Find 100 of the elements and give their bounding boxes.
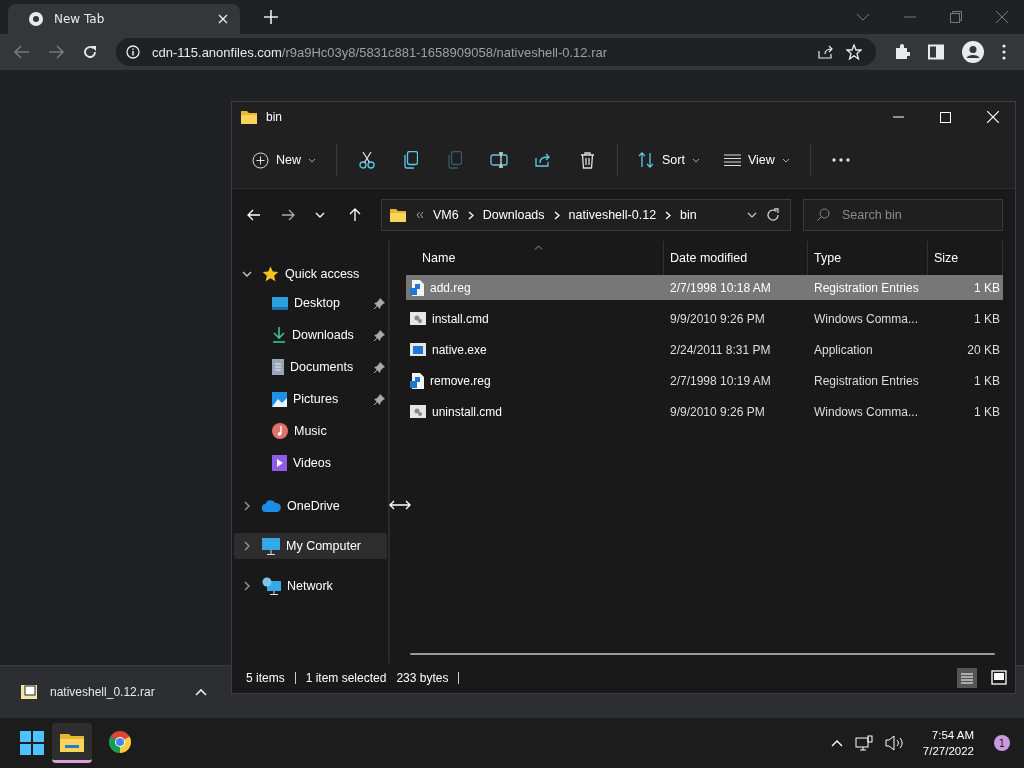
address-bar[interactable]: cdn-115.anonfiles.com/r9a9Hc03y8/5831c881-1658909058/nativeshell-0.12.rar	[116, 38, 876, 66]
archive-icon	[20, 684, 38, 700]
pin-icon[interactable]	[374, 361, 386, 373]
restore-icon[interactable]	[950, 11, 962, 23]
refresh-icon[interactable]	[766, 208, 780, 222]
download-item[interactable]: nativeshell_0.12.rar	[20, 684, 175, 700]
sort-button[interactable]: Sort	[628, 146, 710, 174]
folder-icon	[389, 207, 407, 223]
view-button[interactable]: View	[713, 147, 800, 173]
breadcrumb-item[interactable]: nativeshell-0.12	[568, 208, 657, 222]
desktop-icon	[272, 296, 288, 310]
forward-icon[interactable]	[281, 209, 295, 221]
speaker-icon[interactable]	[884, 735, 905, 751]
copy-icon	[448, 151, 462, 169]
info-icon	[126, 45, 140, 59]
music-note-icon	[272, 423, 288, 439]
status-text: 5 items	[246, 671, 285, 685]
registry-file-icon	[410, 279, 424, 296]
chevron-right-icon[interactable]	[242, 501, 252, 511]
file-row[interactable]: install.cmd 9/9/2010 9:26 PM Windows Comma... 1 KB	[406, 306, 1003, 331]
sort-caret-icon	[534, 245, 543, 250]
menu-icon[interactable]	[1002, 44, 1006, 60]
nav-item[interactable]: Quick access	[234, 261, 388, 287]
nav-item[interactable]: My Computer	[234, 533, 388, 559]
chevron-down-icon	[308, 157, 316, 163]
nav-item[interactable]: Network	[234, 573, 388, 599]
tiles-view-icon[interactable]	[989, 668, 1009, 688]
more-icon	[831, 158, 850, 162]
share-icon	[534, 152, 552, 168]
registry-file-icon	[410, 372, 424, 389]
address-bar[interactable]: VM6 Downloads nativeshell-0.12 bin	[381, 199, 791, 231]
chevron-right-icon[interactable]	[665, 210, 672, 220]
nav-item[interactable]: Pictures	[234, 383, 388, 415]
windows-start-icon[interactable]	[20, 731, 44, 755]
clock[interactable]: 7:54 AM 7/27/2022	[922, 727, 974, 759]
puzzle-icon[interactable]	[894, 44, 910, 60]
pin-icon[interactable]	[374, 329, 386, 341]
nav-item[interactable]: Documents	[234, 351, 388, 383]
monitor-icon	[262, 537, 280, 555]
cloud-icon	[262, 500, 281, 512]
video-icon	[272, 455, 287, 471]
trash-icon	[579, 151, 595, 169]
chevron-down-icon	[691, 157, 700, 163]
breadcrumb-item[interactable]: bin	[680, 208, 697, 222]
network-icon[interactable]	[854, 735, 873, 751]
star-icon	[262, 266, 279, 282]
download-arrow-icon	[272, 327, 286, 343]
application-icon	[410, 343, 426, 356]
chevron-right-icon[interactable]	[553, 210, 560, 220]
nav-item[interactable]: Desktop	[234, 287, 388, 319]
chevron-down-icon	[781, 157, 790, 163]
scissors-icon	[359, 151, 375, 169]
browser-tab[interactable]: New Tab	[8, 4, 240, 34]
breadcrumb-item[interactable]: VM6	[433, 208, 459, 222]
notification-badge[interactable]: 1	[994, 735, 1010, 751]
search-icon	[816, 208, 830, 222]
nav-item[interactable]: OneDrive	[234, 493, 388, 519]
file-row[interactable]: add.reg 2/7/1998 10:18 AM Registration Entries 1 KB	[406, 275, 1003, 300]
horizontal-scrollbar[interactable]	[410, 653, 995, 655]
chevron-up-icon[interactable]	[195, 688, 207, 696]
resize-cursor-icon	[389, 500, 411, 510]
script-file-icon	[410, 405, 426, 418]
document-icon	[272, 359, 284, 375]
rename-icon	[490, 152, 508, 168]
chevron-right-icon[interactable]	[242, 581, 252, 591]
maximize-icon[interactable]	[940, 111, 951, 123]
breadcrumb-item[interactable]: Downloads	[482, 208, 545, 222]
copy-icon	[404, 151, 418, 169]
share-icon[interactable]	[818, 45, 834, 59]
script-file-icon	[410, 312, 426, 325]
nav-item[interactable]: Videos	[234, 447, 388, 479]
chevron-down-icon[interactable]	[242, 271, 252, 277]
network-icon	[262, 577, 281, 595]
sort-arrows-icon	[638, 152, 655, 168]
status-text: 233 bytes	[396, 671, 449, 685]
file-row[interactable]: uninstall.cmd 9/9/2010 9:26 PM Windows Comma... 1 KB	[406, 399, 1003, 424]
file-explorer-taskbar-button[interactable]	[52, 723, 92, 763]
file-row[interactable]: native.exe 2/24/2011 8:31 PM Application 20 KB	[406, 337, 1003, 362]
folder-icon	[240, 109, 258, 125]
star-icon[interactable]	[846, 44, 862, 60]
window-title: bin	[266, 110, 282, 124]
new-button[interactable]: New	[242, 145, 326, 175]
nav-item[interactable]: Downloads	[234, 319, 388, 351]
reload-icon[interactable]	[82, 44, 98, 60]
chevron-down-icon[interactable]	[747, 212, 757, 218]
profile-icon[interactable]	[962, 41, 984, 63]
overflow-chevron-icon[interactable]	[416, 211, 424, 219]
pin-icon[interactable]	[374, 393, 386, 405]
chevron-right-icon[interactable]	[467, 210, 474, 220]
search-field[interactable]: Search bin	[803, 199, 1003, 231]
file-row[interactable]: remove.reg 2/7/1998 10:19 AM Registration Entries 1 KB	[406, 368, 1003, 393]
plus-circle-icon	[252, 151, 269, 169]
nav-item[interactable]: Music	[234, 415, 388, 447]
url-text: cdn-115.anonfiles.com/r9a9Hc03y8/5831c881-1658909058/nativeshell-0.12.rar	[152, 44, 609, 60]
status-text: 1 item selected	[305, 671, 387, 685]
up-icon[interactable]	[349, 208, 361, 222]
pin-icon[interactable]	[374, 297, 386, 309]
plus-icon[interactable]	[264, 10, 278, 24]
side-panel-icon[interactable]	[928, 44, 944, 60]
details-view-icon[interactable]	[957, 668, 977, 688]
